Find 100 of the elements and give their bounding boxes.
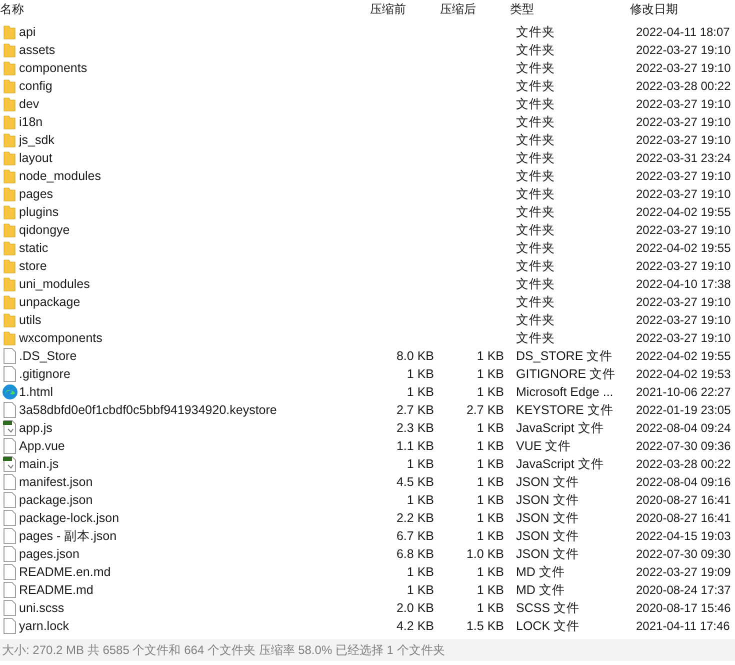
file-name[interactable]: uni_modules [19, 274, 380, 294]
file-icon [3, 564, 16, 580]
size-cell-text: 2.2 KB [396, 510, 434, 527]
folder-icon [3, 186, 16, 202]
file-name[interactable]: i18n [19, 112, 380, 132]
file-name[interactable]: layout [19, 148, 380, 168]
file-name[interactable]: utils [19, 310, 380, 330]
type-cell-text: 文件夹 [516, 240, 556, 257]
file-name[interactable]: wxcomponents [19, 328, 380, 348]
size-cell-text: 1 KB [406, 564, 434, 581]
file-name[interactable]: App.vue [19, 436, 380, 456]
type-cell-text: SCSS 文件 [516, 600, 581, 617]
file-name[interactable]: .DS_Store [19, 346, 380, 366]
type-cell-text: 文件夹 [516, 168, 556, 185]
file-name[interactable]: plugins [19, 202, 380, 222]
column-header[interactable]: 修改日期 [630, 0, 735, 18]
packed-size-cell-text: 1 KB [476, 474, 504, 491]
type-cell-text: JSON 文件 [516, 510, 580, 527]
type-cell-text: KEYSTORE 文件 [516, 402, 614, 419]
file-name[interactable]: api [19, 22, 380, 42]
type-cell-text: 文件夹 [516, 78, 556, 95]
script-file-icon [2, 420, 16, 436]
file-name[interactable]: uni.scss [19, 598, 380, 618]
type-cell-text: 文件夹 [516, 114, 556, 131]
type-cell-text: JavaScript 文件 [516, 456, 605, 473]
file-name[interactable]: pages.json [19, 544, 380, 564]
packed-size-cell-text: 1 KB [476, 564, 504, 581]
file-name[interactable]: pages [19, 184, 380, 204]
type-cell-text: 文件夹 [516, 204, 556, 221]
folder-icon [3, 222, 16, 238]
size-cell-text: 1 KB [406, 582, 434, 599]
date-cell-text: 2022-04-15 19:03 [636, 528, 731, 545]
packed-size-cell-text: 1 KB [476, 456, 504, 473]
type-cell-text: 文件夹 [516, 96, 556, 113]
file-icon [3, 438, 16, 454]
file-name[interactable]: unpackage [19, 292, 380, 312]
file-name[interactable]: pages - 副本.json [19, 526, 380, 546]
file-name[interactable]: yarn.lock [19, 616, 380, 636]
date-cell-text: 2022-03-27 19:10 [636, 294, 731, 311]
folder-icon [3, 96, 16, 112]
file-name[interactable]: .gitignore [19, 364, 380, 384]
file-name[interactable]: app.js [19, 418, 380, 438]
type-cell-text: 文件夹 [516, 294, 556, 311]
file-name[interactable]: config [19, 76, 380, 96]
file-name[interactable]: package-lock.json [19, 508, 380, 528]
file-name[interactable]: components [19, 58, 380, 78]
type-cell-text: 文件夹 [516, 186, 556, 203]
date-cell-text: 2022-03-28 00:22 [636, 78, 731, 95]
packed-size-cell-text: 1.0 KB [466, 546, 504, 563]
type-cell-text: JavaScript 文件 [516, 420, 605, 437]
file-name[interactable]: assets [19, 40, 380, 60]
file-name[interactable]: 1.html [19, 382, 380, 402]
size-cell-text: 2.7 KB [396, 402, 434, 419]
packed-size-cell-text: 1 KB [476, 420, 504, 437]
folder-icon [3, 78, 16, 94]
file-name[interactable]: README.md [19, 580, 380, 600]
type-cell-text: 文件夹 [516, 42, 556, 59]
column-header[interactable]: 类型 [510, 0, 630, 18]
date-cell-text: 2022-03-27 19:10 [636, 132, 731, 149]
file-name[interactable]: main.js [19, 454, 380, 474]
file-name[interactable]: dev [19, 94, 380, 114]
type-cell-text: 文件夹 [516, 330, 556, 347]
size-cell-text: 8.0 KB [396, 348, 434, 365]
date-cell-text: 2021-10-06 22:27 [636, 384, 731, 401]
date-cell-text: 2021-04-11 17:46 [636, 618, 730, 635]
date-cell-text: 2022-03-27 19:10 [636, 330, 731, 347]
folder-icon [3, 168, 16, 184]
file-name[interactable]: qidongye [19, 220, 380, 240]
file-name[interactable]: package.json [19, 490, 380, 510]
file-icon [3, 528, 16, 544]
column-header[interactable]: 名称 [0, 0, 370, 18]
file-name[interactable]: js_sdk [19, 130, 380, 150]
date-cell-text: 2022-03-27 19:10 [636, 114, 731, 131]
status-bar: 大小: 270.2 MB 共 6585 个文件和 664 个文件夹 压缩率 58.0% 已经选择 1 个文件夹 [0, 639, 735, 661]
size-cell-text: 2.0 KB [396, 600, 434, 617]
size-cell-text: 1.1 KB [396, 438, 434, 455]
file-name[interactable]: README.en.md [19, 562, 380, 582]
date-cell-text: 2022-03-27 19:10 [636, 96, 731, 113]
column-header[interactable]: 压缩后 [440, 0, 510, 18]
type-cell-text: 文件夹 [516, 276, 556, 293]
folder-icon [3, 276, 16, 292]
file-name[interactable]: node_modules [19, 166, 380, 186]
column-header[interactable]: 压缩前 [370, 0, 440, 18]
type-cell-text: 文件夹 [516, 150, 556, 167]
size-cell-text: 1 KB [406, 456, 434, 473]
file-name[interactable]: 3a58dbfd0e0f1cbdf0c5bbf941934920.keystore [19, 400, 380, 420]
file-icon [3, 600, 16, 616]
size-cell-text: 1 KB [406, 366, 434, 383]
packed-size-cell-text: 2.7 KB [466, 402, 504, 419]
size-cell-text: 4.5 KB [396, 474, 434, 491]
date-cell-text: 2022-04-02 19:55 [636, 348, 731, 365]
file-name[interactable]: store [19, 256, 380, 276]
file-name[interactable]: static [19, 238, 380, 258]
folder-icon [3, 42, 16, 58]
date-cell-text: 2020-08-27 16:41 [636, 492, 731, 509]
folder-icon [3, 24, 16, 40]
type-cell-text: MD 文件 [516, 582, 566, 599]
folder-icon [3, 294, 16, 310]
file-name[interactable]: manifest.json [19, 472, 380, 492]
folder-icon [3, 60, 16, 76]
